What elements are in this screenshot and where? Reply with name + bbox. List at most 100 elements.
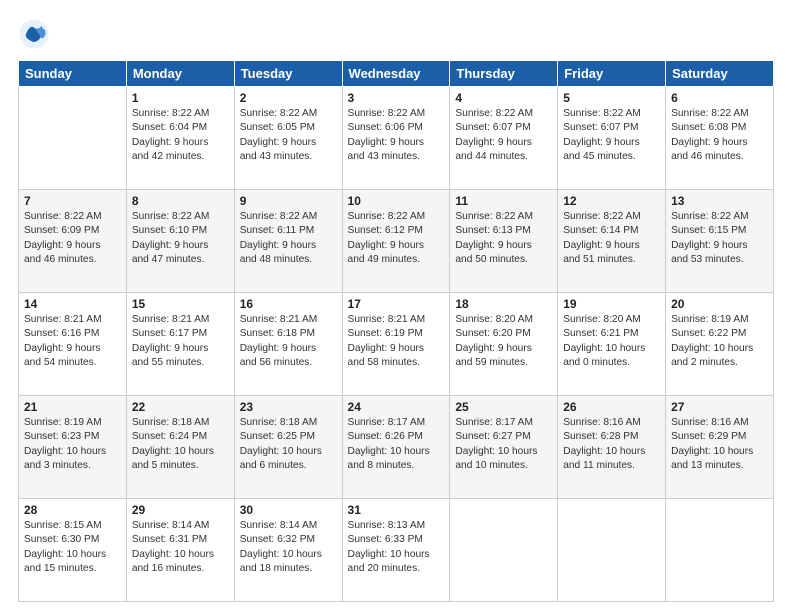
- day-cell: 7 Sunrise: 8:22 AM Sunset: 6:09 PM Daylig…: [19, 190, 127, 293]
- day-number: 16: [240, 297, 337, 311]
- day-number: 11: [455, 194, 552, 208]
- day-cell: 22Sunrise: 8:18 AM Sunset: 6:24 PM Dayli…: [126, 396, 234, 499]
- day-cell: 27Sunrise: 8:16 AM Sunset: 6:29 PM Dayli…: [666, 396, 774, 499]
- day-cell: 29 Sunrise: 8:14 AM Sunset: 6:31 PM Dayli…: [126, 499, 234, 602]
- day-number: 7: [24, 194, 121, 208]
- day-number: 23: [240, 400, 337, 414]
- column-header-saturday: Saturday: [666, 61, 774, 87]
- day-info: Sunrise: 8:22 AM Sunset: 6:10 PM Dayligh…: [132, 210, 229, 267]
- day-info: Sunrise: 8:21 AM Sunset: 6:19 PM Dayligh…: [348, 313, 445, 370]
- day-info: Sunrise: 8:18 AM Sunset: 6:25 PM Dayligh…: [240, 416, 337, 473]
- day-number: 19: [563, 297, 660, 311]
- day-info: Sunrise: 8:22 AM Sunset: 6:11 PM Dayligh…: [240, 210, 337, 267]
- day-cell: 28Sunrise: 8:15 AM Sunset: 6:30 PM Dayli…: [19, 499, 127, 602]
- day-info: Sunrise: 8:18 AM Sunset: 6:24 PM Dayligh…: [132, 416, 229, 473]
- logo: [18, 18, 54, 50]
- day-info: Sunrise: 8:16 AM Sunset: 6:28 PM Dayligh…: [563, 416, 660, 473]
- day-cell: 19 Sunrise: 8:20 AM Sunset: 6:21 PM Dayli…: [558, 293, 666, 396]
- calendar-body: 1Sunrise: 8:22 AM Sunset: 6:04 PM Daylig…: [19, 87, 774, 602]
- header-row: SundayMondayTuesdayWednesdayThursdayFrid…: [19, 61, 774, 87]
- day-cell: 10Sunrise: 8:22 AM Sunset: 6:12 PM Dayli…: [342, 190, 450, 293]
- day-cell: [19, 87, 127, 190]
- page: SundayMondayTuesdayWednesdayThursdayFrid…: [0, 0, 792, 612]
- day-info: Sunrise: 8:14 AM Sunset: 6:31 PM Dayligh…: [132, 519, 229, 576]
- day-number: 5: [563, 91, 660, 105]
- day-number: 14: [24, 297, 121, 311]
- day-cell: 9 Sunrise: 8:22 AM Sunset: 6:11 PM Daylig…: [234, 190, 342, 293]
- day-cell: 30 Sunrise: 8:14 AM Sunset: 6:32 PM Dayli…: [234, 499, 342, 602]
- day-number: 17: [348, 297, 445, 311]
- day-info: Sunrise: 8:17 AM Sunset: 6:27 PM Dayligh…: [455, 416, 552, 473]
- day-info: Sunrise: 8:15 AM Sunset: 6:30 PM Dayligh…: [24, 519, 121, 576]
- day-number: 3: [348, 91, 445, 105]
- logo-icon: [18, 18, 50, 50]
- day-cell: [558, 499, 666, 602]
- day-cell: 20Sunrise: 8:19 AM Sunset: 6:22 PM Dayli…: [666, 293, 774, 396]
- day-number: 29: [132, 503, 229, 517]
- column-header-monday: Monday: [126, 61, 234, 87]
- day-info: Sunrise: 8:22 AM Sunset: 6:15 PM Dayligh…: [671, 210, 768, 267]
- day-cell: 3Sunrise: 8:22 AM Sunset: 6:06 PM Daylig…: [342, 87, 450, 190]
- day-number: 25: [455, 400, 552, 414]
- day-number: 8: [132, 194, 229, 208]
- day-number: 26: [563, 400, 660, 414]
- column-header-sunday: Sunday: [19, 61, 127, 87]
- day-info: Sunrise: 8:22 AM Sunset: 6:05 PM Dayligh…: [240, 107, 337, 164]
- week-row-2: 7 Sunrise: 8:22 AM Sunset: 6:09 PM Daylig…: [19, 190, 774, 293]
- day-number: 6: [671, 91, 768, 105]
- day-number: 15: [132, 297, 229, 311]
- day-number: 13: [671, 194, 768, 208]
- week-row-4: 21 Sunrise: 8:19 AM Sunset: 6:23 PM Dayli…: [19, 396, 774, 499]
- day-number: 21: [24, 400, 121, 414]
- day-number: 31: [348, 503, 445, 517]
- column-header-tuesday: Tuesday: [234, 61, 342, 87]
- day-cell: [666, 499, 774, 602]
- day-info: Sunrise: 8:19 AM Sunset: 6:23 PM Dayligh…: [24, 416, 121, 473]
- day-info: Sunrise: 8:20 AM Sunset: 6:20 PM Dayligh…: [455, 313, 552, 370]
- day-cell: 18 Sunrise: 8:20 AM Sunset: 6:20 PM Dayli…: [450, 293, 558, 396]
- day-cell: 13 Sunrise: 8:22 AM Sunset: 6:15 PM Dayli…: [666, 190, 774, 293]
- day-cell: [450, 499, 558, 602]
- column-header-thursday: Thursday: [450, 61, 558, 87]
- day-info: Sunrise: 8:22 AM Sunset: 6:09 PM Dayligh…: [24, 210, 121, 267]
- day-info: Sunrise: 8:22 AM Sunset: 6:07 PM Dayligh…: [563, 107, 660, 164]
- day-cell: 12 Sunrise: 8:22 AM Sunset: 6:14 PM Dayli…: [558, 190, 666, 293]
- column-header-wednesday: Wednesday: [342, 61, 450, 87]
- calendar-table: SundayMondayTuesdayWednesdayThursdayFrid…: [18, 60, 774, 602]
- day-info: Sunrise: 8:22 AM Sunset: 6:13 PM Dayligh…: [455, 210, 552, 267]
- day-info: Sunrise: 8:21 AM Sunset: 6:18 PM Dayligh…: [240, 313, 337, 370]
- day-info: Sunrise: 8:14 AM Sunset: 6:32 PM Dayligh…: [240, 519, 337, 576]
- day-info: Sunrise: 8:22 AM Sunset: 6:07 PM Dayligh…: [455, 107, 552, 164]
- day-number: 18: [455, 297, 552, 311]
- day-cell: 6Sunrise: 8:22 AM Sunset: 6:08 PM Daylig…: [666, 87, 774, 190]
- week-row-1: 1Sunrise: 8:22 AM Sunset: 6:04 PM Daylig…: [19, 87, 774, 190]
- week-row-5: 28Sunrise: 8:15 AM Sunset: 6:30 PM Dayli…: [19, 499, 774, 602]
- day-number: 9: [240, 194, 337, 208]
- day-number: 24: [348, 400, 445, 414]
- day-cell: 1Sunrise: 8:22 AM Sunset: 6:04 PM Daylig…: [126, 87, 234, 190]
- column-header-friday: Friday: [558, 61, 666, 87]
- day-cell: 17 Sunrise: 8:21 AM Sunset: 6:19 PM Dayli…: [342, 293, 450, 396]
- day-info: Sunrise: 8:21 AM Sunset: 6:16 PM Dayligh…: [24, 313, 121, 370]
- day-number: 20: [671, 297, 768, 311]
- day-cell: 2 Sunrise: 8:22 AM Sunset: 6:05 PM Daylig…: [234, 87, 342, 190]
- day-info: Sunrise: 8:22 AM Sunset: 6:14 PM Dayligh…: [563, 210, 660, 267]
- day-cell: 23 Sunrise: 8:18 AM Sunset: 6:25 PM Dayli…: [234, 396, 342, 499]
- day-cell: 4Sunrise: 8:22 AM Sunset: 6:07 PM Daylig…: [450, 87, 558, 190]
- day-info: Sunrise: 8:22 AM Sunset: 6:12 PM Dayligh…: [348, 210, 445, 267]
- day-cell: 15 Sunrise: 8:21 AM Sunset: 6:17 PM Dayli…: [126, 293, 234, 396]
- day-number: 30: [240, 503, 337, 517]
- header: [18, 18, 774, 50]
- day-cell: 31Sunrise: 8:13 AM Sunset: 6:33 PM Dayli…: [342, 499, 450, 602]
- week-row-3: 14 Sunrise: 8:21 AM Sunset: 6:16 PM Dayli…: [19, 293, 774, 396]
- day-number: 27: [671, 400, 768, 414]
- day-info: Sunrise: 8:21 AM Sunset: 6:17 PM Dayligh…: [132, 313, 229, 370]
- day-cell: 11 Sunrise: 8:22 AM Sunset: 6:13 PM Dayli…: [450, 190, 558, 293]
- day-number: 1: [132, 91, 229, 105]
- day-info: Sunrise: 8:20 AM Sunset: 6:21 PM Dayligh…: [563, 313, 660, 370]
- day-number: 12: [563, 194, 660, 208]
- day-cell: 16 Sunrise: 8:21 AM Sunset: 6:18 PM Dayli…: [234, 293, 342, 396]
- day-cell: 24Sunrise: 8:17 AM Sunset: 6:26 PM Dayli…: [342, 396, 450, 499]
- day-cell: 25 Sunrise: 8:17 AM Sunset: 6:27 PM Dayli…: [450, 396, 558, 499]
- day-number: 2: [240, 91, 337, 105]
